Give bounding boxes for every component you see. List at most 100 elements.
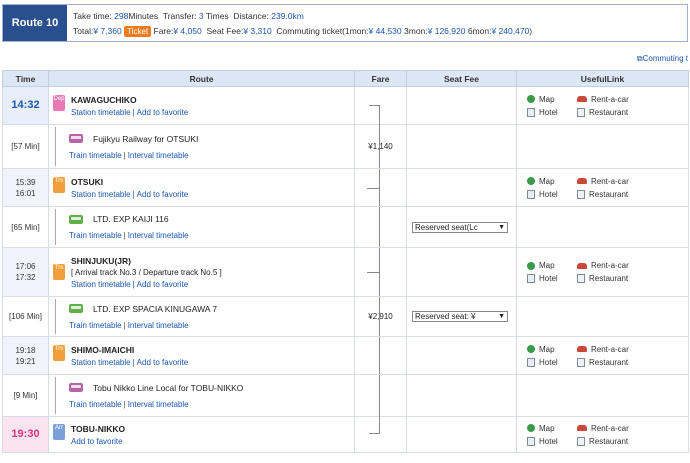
interval-timetable-link[interactable]: Interval timetable — [128, 321, 189, 330]
hotel-link[interactable]: Hotel — [527, 274, 577, 283]
add-favorite-link[interactable]: Add to favorite — [137, 190, 189, 199]
map-link[interactable]: Map — [527, 345, 577, 354]
station-timetable-link[interactable]: Station timetable — [71, 190, 131, 199]
seat-select-value: Reserved seat: ¥ — [415, 312, 476, 321]
station-name[interactable]: TOBU-NIKKO — [71, 424, 125, 434]
add-favorite-link[interactable]: Add to favorite — [137, 280, 189, 289]
station-timetable-link[interactable]: Station timetable — [71, 280, 131, 289]
station-name[interactable]: KAWAGUCHIKO — [71, 95, 188, 105]
restaurant-link[interactable]: Restaurant — [577, 274, 647, 283]
hotel-link[interactable]: Hotel — [527, 436, 577, 446]
rent-a-car-link[interactable]: Rent-a-car — [577, 424, 647, 433]
commuting-1mon: ¥ 44,530 — [368, 26, 402, 36]
header-route: Route — [48, 70, 355, 87]
map-link[interactable]: Map — [527, 177, 577, 186]
segment-duration: [9 Min] — [13, 391, 38, 400]
map-link[interactable]: Map — [527, 95, 577, 104]
fare-bracket-lower — [369, 187, 380, 206]
commuting-ticket-link[interactable]: ⧉Commuting t — [637, 54, 688, 64]
fare-bracket — [369, 337, 380, 374]
add-favorite-link[interactable]: Add to favorite — [71, 437, 123, 446]
restaurant-label: Restaurant — [589, 274, 629, 283]
segment-cell: LTD. EXP KAIJI 116 Train timetable | Inter… — [48, 206, 355, 248]
total-label: Total: — [73, 26, 94, 36]
station-timetable-link[interactable]: Station timetable — [71, 358, 131, 367]
commuting-3mon-label: 3mon: — [404, 26, 428, 36]
interval-timetable-link[interactable]: Interval timetable — [128, 151, 189, 160]
restaurant-icon — [577, 357, 585, 367]
rent-a-car-link[interactable]: Rent-a-car — [577, 177, 647, 186]
station-name[interactable]: OTSUKI — [71, 177, 188, 187]
station-name[interactable]: SHINJUKU(JR) — [71, 256, 222, 266]
distance-label: Distance: — [233, 11, 269, 21]
transfer-station-icon: Trs — [53, 344, 65, 361]
fare-bracket — [369, 207, 380, 247]
commuting-label: Commuting ticket(1mon: — [276, 26, 369, 36]
add-favorite-link[interactable]: Add to favorite — [137, 108, 189, 117]
fare-bracket — [369, 297, 380, 336]
segment-row-kaiji: [65 Min] LTD. EXP KAIJI 116 Train timeta… — [2, 206, 689, 248]
rent-a-car-label: Rent-a-car — [591, 261, 629, 270]
map-icon — [527, 424, 535, 432]
seat-fee-cell — [406, 124, 517, 169]
map-link[interactable]: Map — [527, 261, 577, 270]
restaurant-link[interactable]: Restaurant — [577, 107, 647, 117]
restaurant-icon — [577, 189, 585, 199]
commuting-close: ) — [529, 26, 533, 36]
car-icon — [577, 178, 587, 184]
car-icon — [577, 96, 587, 102]
arrival-time: 17:06 — [15, 262, 36, 271]
seat-type-select[interactable]: Reserved seat(Lc ▼ — [412, 221, 508, 233]
station-cell: Trs SHIMO-IMAICHI Station timetable | Add … — [48, 336, 355, 375]
route-line — [55, 127, 59, 166]
departure-station-icon: Dep — [53, 94, 65, 111]
map-icon — [527, 95, 535, 103]
distance-value: 239.0km — [271, 11, 304, 21]
commuting-6mon-label: 6mon: — [467, 26, 492, 36]
map-link[interactable]: Map — [527, 424, 577, 433]
commuting-6mon: ¥ 240,470 — [491, 26, 530, 36]
station-cell: Trs SHINJUKU(JR) [ Arrival track No.3 / … — [48, 247, 355, 297]
restaurant-link[interactable]: Restaurant — [577, 357, 647, 367]
train-timetable-link[interactable]: Train timetable — [69, 321, 122, 330]
restaurant-link[interactable]: Restaurant — [577, 436, 647, 446]
rent-a-car-link[interactable]: Rent-a-car — [577, 95, 647, 104]
train-timetable-link[interactable]: Train timetable — [69, 151, 122, 160]
fare-bracket — [369, 416, 380, 434]
dropdown-arrow-icon: ▼ — [498, 223, 505, 231]
seat-fee-label: Seat Fee: — [206, 26, 244, 36]
dropdown-arrow-icon: ▼ — [498, 313, 505, 320]
header-useful-link: UsefulLink — [516, 70, 689, 87]
interval-timetable-link[interactable]: Interval timetable — [128, 400, 189, 409]
train-timetable-link[interactable]: Train timetable — [69, 231, 122, 240]
add-favorite-link[interactable]: Add to favorite — [137, 358, 189, 367]
hotel-link[interactable]: Hotel — [527, 189, 577, 199]
route-number-tab[interactable]: Route 10 — [3, 5, 67, 41]
summary-line-2: Total:¥ 7,360 Ticket Fare:¥ 4,050 Seat F… — [73, 26, 532, 37]
segment-duration: [57 Min] — [11, 142, 40, 151]
hotel-link[interactable]: Hotel — [527, 107, 577, 117]
fare-cell — [354, 206, 407, 248]
hotel-link[interactable]: Hotel — [527, 357, 577, 367]
local-train-icon — [69, 383, 83, 392]
map-label: Map — [539, 423, 555, 433]
useful-link-cell: Map Rent-a-car Hotel Restaurant — [516, 247, 689, 297]
car-icon — [577, 262, 587, 269]
train-timetable-link[interactable]: Train timetable — [69, 400, 122, 409]
header-time: Time — [2, 70, 49, 87]
fare-cell — [354, 247, 407, 297]
station-row-shinjuku: 17:06 17:32 Trs SHINJUKU(JR) [ Arrival tr… — [2, 247, 689, 297]
station-timetable-link[interactable]: Station timetable — [71, 108, 131, 117]
restaurant-icon — [577, 107, 585, 117]
time-cell: 19:30 — [2, 416, 49, 453]
restaurant-label: Restaurant — [589, 357, 629, 367]
rent-a-car-link[interactable]: Rent-a-car — [577, 345, 647, 354]
station-name[interactable]: SHIMO-IMAICHI — [71, 345, 188, 355]
restaurant-link[interactable]: Restaurant — [577, 189, 647, 199]
route-line — [55, 299, 59, 334]
seat-type-select[interactable]: Reserved seat: ¥ ▼ — [412, 311, 508, 322]
rent-a-car-link[interactable]: Rent-a-car — [577, 261, 647, 270]
ticket-badge[interactable]: Ticket — [124, 26, 152, 37]
interval-timetable-link[interactable]: Interval timetable — [128, 231, 189, 240]
rent-a-car-label: Rent-a-car — [591, 176, 629, 186]
